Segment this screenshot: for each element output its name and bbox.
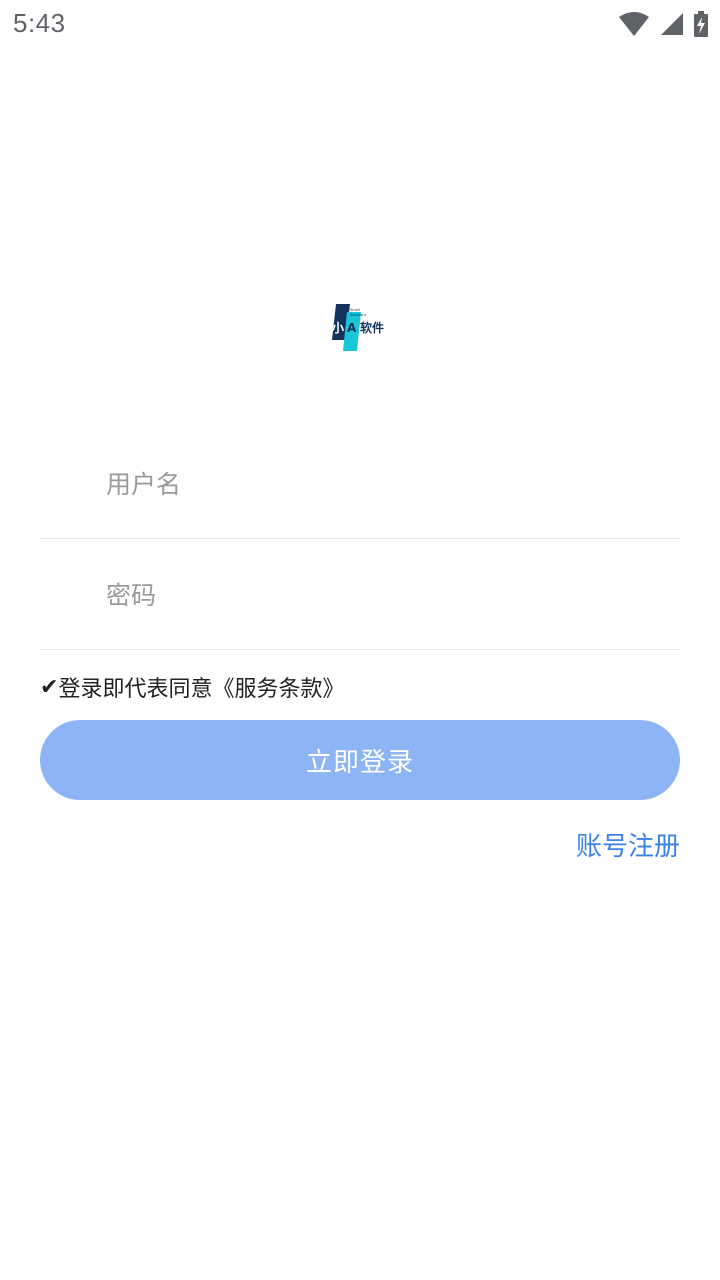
password-input[interactable] [106,575,666,615]
app-logo: 小 A 软件 Small Assistant [330,304,390,352]
svg-text:Small: Small [350,308,360,312]
svg-text:小: 小 [332,320,344,335]
status-bar: 5:43 [0,0,720,50]
status-time: 5:43 [13,8,66,38]
agreement-check-icon[interactable]: ✔ [40,675,58,700]
agreement-text[interactable]: 登录即代表同意《服务条款》 [58,671,344,703]
username-field [40,428,680,539]
register-link[interactable]: 账号注册 [576,826,680,863]
svg-text:软件: 软件 [360,320,384,335]
svg-text:A: A [347,321,357,335]
status-icons [618,10,708,38]
signal-icon [661,13,683,35]
agreement-row[interactable]: ✔ 登录即代表同意《服务条款》 [40,670,344,704]
wifi-icon [619,12,649,36]
password-field [40,539,680,650]
username-input[interactable] [106,464,666,504]
login-button[interactable]: 立即登录 [40,720,680,800]
battery-charging-icon [694,11,708,37]
svg-text:Assistant: Assistant [350,313,367,317]
